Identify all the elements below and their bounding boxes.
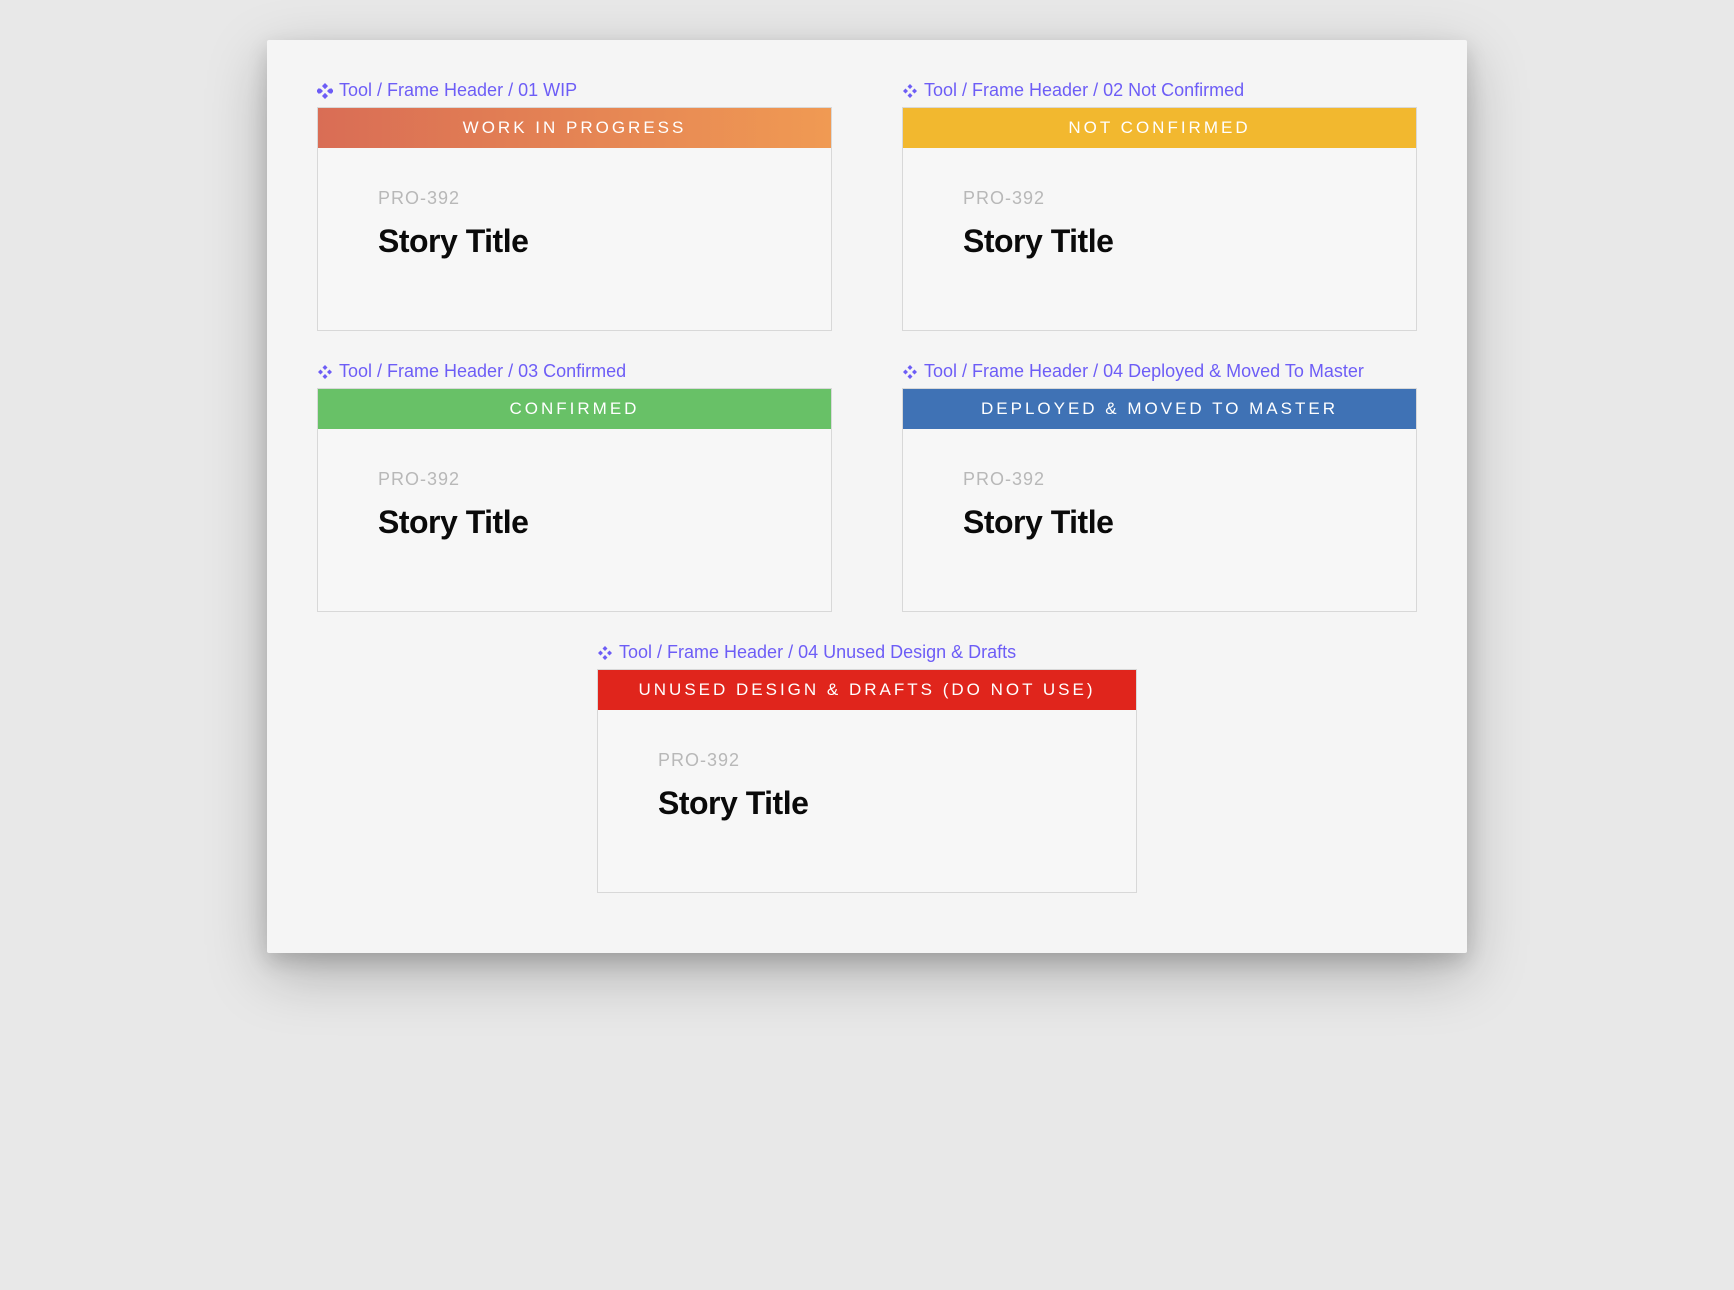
component-label: Tool / Frame Header / 04 Unused Design &… (597, 642, 1137, 663)
component-label: Tool / Frame Header / 01 WIP (317, 80, 832, 101)
component-confirmed[interactable]: Tool / Frame Header / 03 Confirmed CONFI… (317, 361, 832, 612)
component-label-text: Tool / Frame Header / 02 Not Confirmed (924, 80, 1244, 101)
story-title: Story Title (658, 785, 1076, 822)
component-deployed[interactable]: Tool / Frame Header / 04 Deployed & Move… (902, 361, 1417, 612)
component-icon (317, 83, 333, 99)
card-header: DEPLOYED & MOVED TO MASTER (903, 389, 1416, 429)
card-header: WORK IN PROGRESS (318, 108, 831, 148)
story-id: PRO-392 (658, 750, 1076, 771)
component-icon (902, 364, 918, 380)
card-header: NOT CONFIRMED (903, 108, 1416, 148)
component-label: Tool / Frame Header / 03 Confirmed (317, 361, 832, 382)
design-canvas: Tool / Frame Header / 01 WIP WORK IN PRO… (267, 40, 1467, 953)
card: NOT CONFIRMED PRO-392 Story Title (902, 107, 1417, 331)
story-title: Story Title (963, 223, 1356, 260)
card-body: PRO-392 Story Title (318, 148, 831, 330)
story-title: Story Title (963, 504, 1356, 541)
component-label: Tool / Frame Header / 04 Deployed & Move… (902, 361, 1417, 382)
component-wip[interactable]: Tool / Frame Header / 01 WIP WORK IN PRO… (317, 80, 832, 331)
story-id: PRO-392 (963, 188, 1356, 209)
story-id: PRO-392 (378, 469, 771, 490)
component-icon (597, 645, 613, 661)
card: WORK IN PROGRESS PRO-392 Story Title (317, 107, 832, 331)
card-body: PRO-392 Story Title (318, 429, 831, 611)
component-label-text: Tool / Frame Header / 03 Confirmed (339, 361, 626, 382)
component-label: Tool / Frame Header / 02 Not Confirmed (902, 80, 1417, 101)
card: UNUSED DESIGN & DRAFTS (DO NOT USE) PRO-… (597, 669, 1137, 893)
card-body: PRO-392 Story Title (903, 148, 1416, 330)
story-id: PRO-392 (963, 469, 1356, 490)
bottom-row: Tool / Frame Header / 04 Unused Design &… (317, 642, 1417, 893)
top-grid: Tool / Frame Header / 01 WIP WORK IN PRO… (317, 80, 1417, 612)
card: CONFIRMED PRO-392 Story Title (317, 388, 832, 612)
story-title: Story Title (378, 223, 771, 260)
card-body: PRO-392 Story Title (598, 710, 1136, 892)
component-label-text: Tool / Frame Header / 01 WIP (339, 80, 577, 101)
story-title: Story Title (378, 504, 771, 541)
story-id: PRO-392 (378, 188, 771, 209)
component-label-text: Tool / Frame Header / 04 Deployed & Move… (924, 361, 1364, 382)
component-label-text: Tool / Frame Header / 04 Unused Design &… (619, 642, 1016, 663)
component-icon (902, 83, 918, 99)
component-icon (317, 364, 333, 380)
card-body: PRO-392 Story Title (903, 429, 1416, 611)
card-header: UNUSED DESIGN & DRAFTS (DO NOT USE) (598, 670, 1136, 710)
card-header: CONFIRMED (318, 389, 831, 429)
component-not-confirmed[interactable]: Tool / Frame Header / 02 Not Confirmed N… (902, 80, 1417, 331)
card: DEPLOYED & MOVED TO MASTER PRO-392 Story… (902, 388, 1417, 612)
component-unused[interactable]: Tool / Frame Header / 04 Unused Design &… (597, 642, 1137, 893)
